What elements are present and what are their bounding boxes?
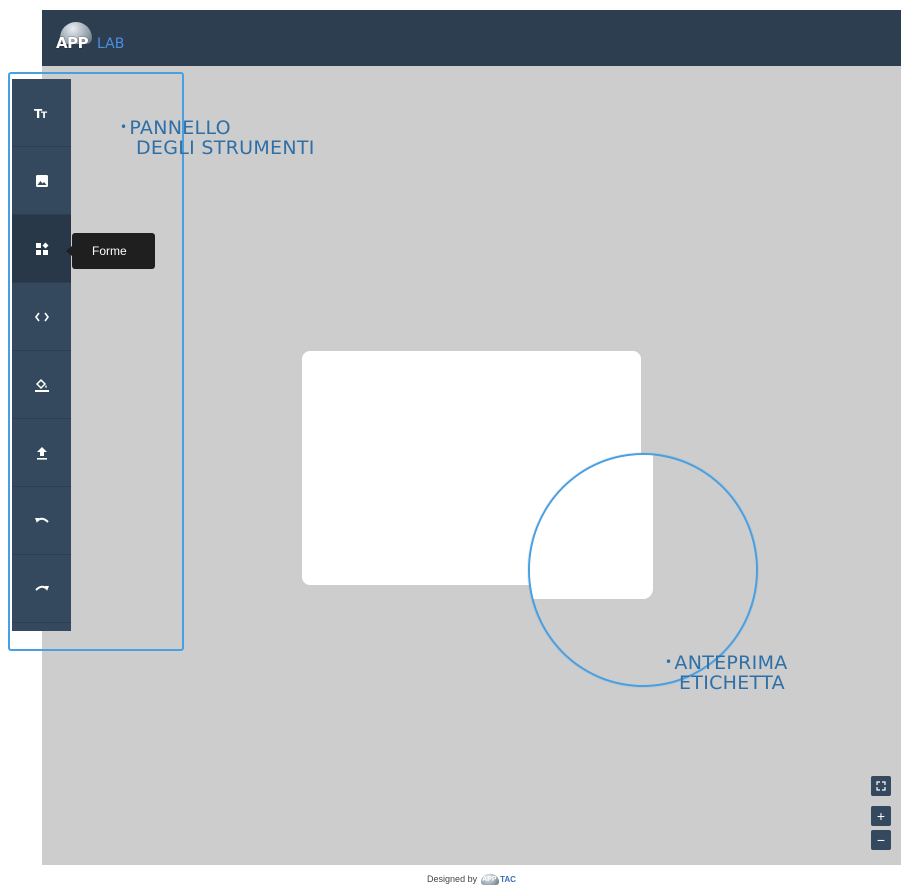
logo-lab-text: LAB [97,36,125,52]
annotation-bullet: • [120,120,128,134]
fill-tool-button[interactable] [12,351,71,419]
tools-panel: TT [12,79,71,631]
svg-text:T: T [41,111,48,120]
tools-annotation-line2: DEGLI STRUMENTI [136,137,315,159]
tools-panel-annotation: • PANNELLO DEGLI STRUMENTI [120,117,315,158]
logo-badge: APP [56,22,96,54]
footer: Designed by APP TAC [42,865,901,893]
image-icon [35,174,49,188]
preview-annotation-line2: ETICHETTA [679,672,785,694]
applab-logo[interactable]: APP LAB [56,20,124,56]
undo-tool-button[interactable] [12,487,71,555]
footer-logo-app: APP [482,875,497,883]
upload-tool-button[interactable] [12,419,71,487]
text-tool-button[interactable]: TT [12,79,71,147]
apptac-logo[interactable]: APP TAC [481,873,516,885]
code-tool-button[interactable] [12,283,71,351]
preview-annotation-line1: ANTEPRIMA [674,652,788,674]
shapes-icon [35,242,49,256]
undo-icon [34,515,50,527]
footer-logo-tac: TAC [500,874,516,884]
preview-annotation: • ANTEPRIMA ETICHETTA [665,652,788,693]
zoomed-label-corner [530,455,653,599]
upload-icon [36,446,48,460]
image-tool-button[interactable] [12,147,71,215]
tools-annotation-line1: PANNELLO [129,117,231,139]
redo-icon [34,583,50,595]
cloud-icon: APP [481,873,500,885]
code-icon [34,312,49,322]
designed-by-text: Designed by [427,874,478,884]
text-size-icon: TT [34,106,50,120]
zoom-out-button[interactable]: − [871,830,891,850]
shapes-tool-button[interactable] [12,215,71,283]
fit-screen-button[interactable] [871,776,891,796]
logo-app-text: APP [56,34,89,52]
redo-tool-button[interactable] [12,555,71,623]
paint-bucket-icon [34,377,50,393]
top-bar: APP LAB [42,10,901,66]
forme-tooltip: Forme [66,233,155,269]
annotation-bullet: • [665,655,673,669]
zoom-controls: + − [871,776,891,854]
expand-icon [876,778,886,794]
zoom-in-button[interactable]: + [871,806,891,826]
